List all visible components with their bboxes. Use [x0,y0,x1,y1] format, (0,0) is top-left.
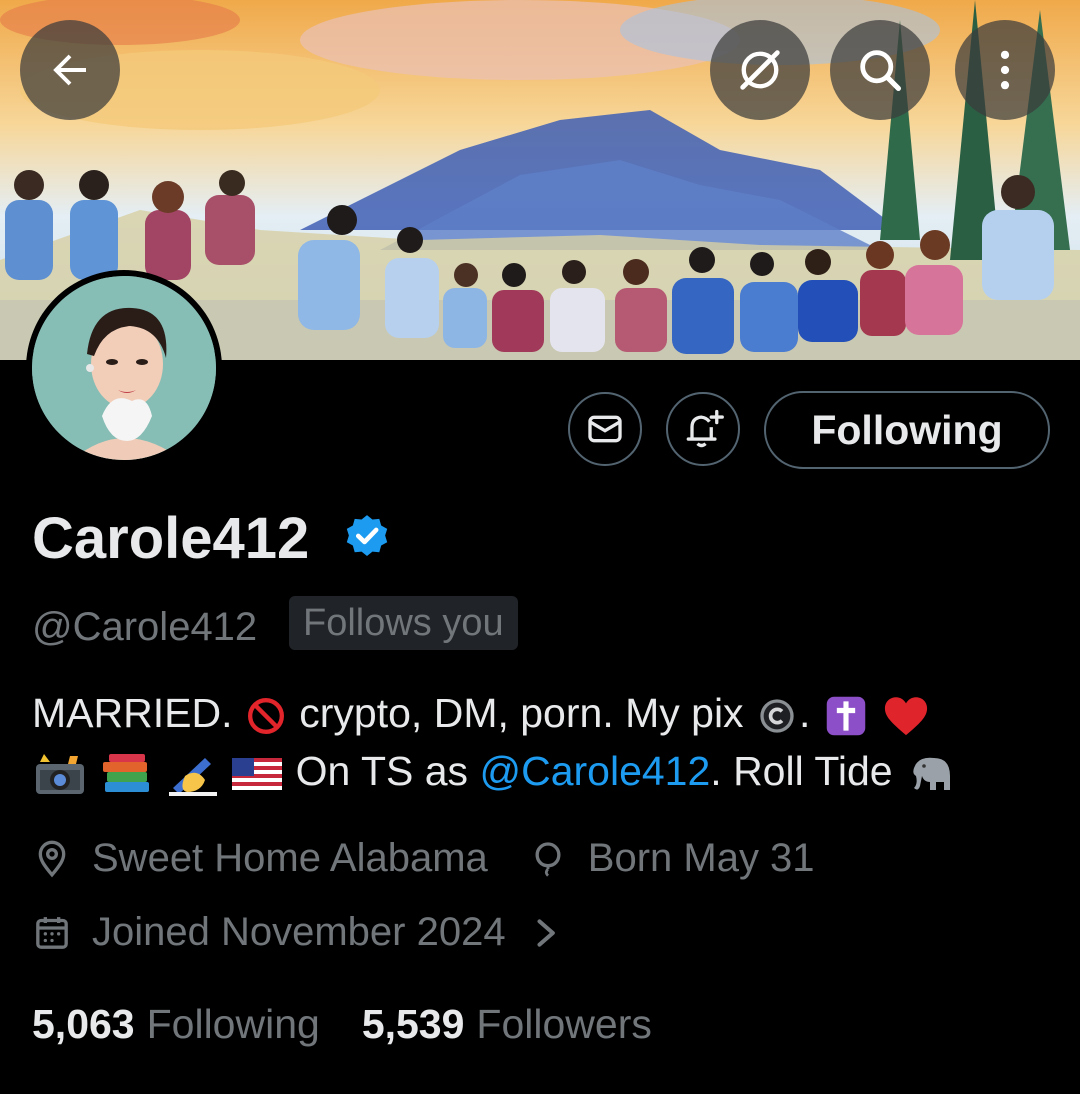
us-flag-icon [232,754,283,794]
copyright-icon [757,696,797,736]
camera-flash-icon [34,752,86,796]
chevron-right-icon [537,918,555,947]
envelope-icon [588,415,622,443]
search-button[interactable] [830,20,930,120]
following-count: 5,063 [32,1001,135,1047]
display-name: Carole412 [32,506,310,571]
followers-label: Followers [476,1001,652,1047]
following-label: Following [146,1001,320,1047]
user-handle: @Carole412 [32,605,258,649]
bio-text: . [798,690,811,736]
joined-text: Joined November 2024 [92,910,506,954]
more-button[interactable] [955,20,1055,120]
bio-text: MARRIED. [32,690,233,736]
profile-meta-row-2[interactable]: Joined November 2024 [32,910,582,955]
red-heart-icon [883,694,929,738]
bio-text: On TS as [295,748,469,794]
joined-item[interactable]: Joined November 2024 [32,910,582,955]
following-stat[interactable]: 5,063 Following [32,996,320,1052]
prohibited-icon [246,696,286,736]
balloon-icon [535,841,561,877]
follows-you-badge: Follows you [289,596,518,650]
profile-page: Following Carole412 @Carole412 Follows y… [0,0,1080,1094]
grok-button[interactable] [710,20,810,120]
location-item: Sweet Home Alabama [32,836,488,881]
profile-bio: MARRIED. crypto, DM, porn. My pix . On T… [32,684,1052,800]
writing-hand-icon [168,752,217,797]
calendar-icon [36,916,68,949]
books-icon [101,752,153,796]
profile-meta-row-1: Sweet Home Alabama Born May 31 [32,836,815,881]
elephant-icon [906,752,956,796]
bell-plus-icon [686,409,724,448]
location-text: Sweet Home Alabama [92,836,488,880]
search-icon [860,50,902,92]
bio-line-2: On TS as @Carole412. Roll Tide [32,742,1052,800]
following-button[interactable]: Following [764,391,1050,469]
follow-stats: 5,063 Following 5,539 Followers [32,996,652,1052]
latin-cross-icon [824,694,868,738]
location-pin-icon [38,840,66,877]
back-button[interactable] [20,20,120,120]
verified-badge-icon[interactable] [342,512,392,567]
bio-line-1: MARRIED. crypto, DM, porn. My pix . [32,684,1052,742]
profile-avatar[interactable] [26,270,222,466]
followers-stat[interactable]: 5,539 Followers [362,996,652,1052]
arrow-left-icon [53,54,86,86]
bio-text: crypto, DM, porn. My pix [299,690,744,736]
grok-icon [740,50,780,90]
bio-mention-link[interactable]: @Carole412 [479,748,710,794]
avatar-image [32,276,216,460]
birthday-item: Born May 31 [528,836,815,881]
bio-text: . Roll Tide [710,748,893,794]
notifications-button[interactable] [666,392,740,466]
followers-count: 5,539 [361,1001,465,1047]
birthday-text: Born May 31 [587,836,815,880]
message-button[interactable] [568,392,642,466]
more-vertical-icon [1000,50,1010,90]
